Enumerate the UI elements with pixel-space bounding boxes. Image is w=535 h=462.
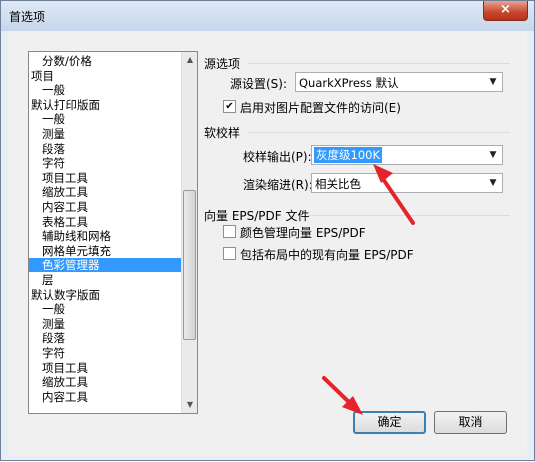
- list-item[interactable]: 缩放工具: [29, 185, 88, 199]
- source-options-divider: [248, 63, 510, 64]
- enable-profile-checkbox[interactable]: ✔: [223, 100, 236, 113]
- rendering-intent-value: 相关比色: [315, 177, 361, 191]
- proof-output-value: 灰度级100K: [314, 147, 382, 163]
- list-item[interactable]: 内容工具: [29, 390, 88, 404]
- close-button[interactable]: ×: [483, 1, 528, 21]
- soft-proof-heading: 软校样: [204, 126, 241, 140]
- ok-button[interactable]: 确定: [353, 411, 426, 434]
- dialog-title: 首选项: [9, 10, 46, 24]
- list-item[interactable]: 色彩管理器: [29, 258, 181, 273]
- category-list-items: 分数/价格 项目 一般 默认打印版面 一般 测量 段落 字符 项目工具 缩放工具 内容工具 表格工具辅…: [29, 52, 181, 413]
- proof-output-dropdown[interactable]: 灰度级100K ▼: [311, 145, 503, 165]
- list-item[interactable]: 字符: [29, 156, 65, 170]
- scroll-up-icon[interactable]: ▲: [182, 52, 197, 68]
- source-setting-label: 源设置(S):: [230, 77, 288, 91]
- source-setting-value: QuarkXPress 默认: [299, 76, 399, 90]
- cancel-button[interactable]: 取消: [434, 411, 507, 434]
- list-item[interactable]: 测量: [29, 317, 65, 331]
- list-item[interactable]: 层: [29, 273, 54, 287]
- list-item[interactable]: 辅助线和网格: [29, 229, 111, 243]
- list-item[interactable]: 字符: [29, 346, 65, 360]
- list-item[interactable]: 默认打印版面: [29, 98, 100, 112]
- soft-proof-divider: [248, 132, 510, 133]
- list-item[interactable]: 一般: [29, 112, 65, 126]
- dialog-body: 分数/价格 项目 一般 默认打印版面 一般 测量 段落 字符 项目工具 缩放工具 内容工具 表格工具辅…: [8, 31, 527, 455]
- list-item[interactable]: 项目工具: [29, 171, 88, 185]
- list-item[interactable]: 一般: [29, 302, 65, 316]
- enable-profile-label: 启用对图片配置文件的访问(E): [240, 101, 401, 115]
- chevron-down-icon: ▼: [489, 150, 497, 160]
- category-list-scrollbar[interactable]: ▲ ▼: [181, 52, 197, 413]
- vector-eps-heading: 向量 EPS/PDF 文件: [204, 209, 310, 223]
- category-list[interactable]: 分数/价格 项目 一般 默认打印版面 一般 测量 段落 字符 项目工具 缩放工具 内容工具 表格工具辅…: [28, 51, 198, 414]
- scroll-down-icon[interactable]: ▼: [182, 397, 197, 413]
- list-item[interactable]: 项目工具: [29, 361, 88, 375]
- scroll-thumb[interactable]: [183, 190, 196, 340]
- color-manage-eps-label: 颜色管理向量 EPS/PDF: [240, 226, 366, 240]
- proof-output-label: 校样输出(P):: [243, 150, 312, 164]
- list-item[interactable]: 一般: [29, 83, 65, 97]
- list-item[interactable]: 网格单元填充: [29, 244, 111, 258]
- preferences-dialog: 首选项 × 分数/价格 项目 一般 默认打印版面 一般 测量 段落 字符 项目工具 缩放工具 内容工…: [0, 0, 535, 461]
- list-item[interactable]: 段落: [29, 142, 65, 156]
- color-manage-eps-checkbox[interactable]: [223, 225, 236, 238]
- include-layout-eps-checkbox[interactable]: [223, 247, 236, 260]
- source-options-heading: 源选项: [204, 57, 241, 71]
- list-item[interactable]: 表格工具: [29, 215, 88, 229]
- rendering-intent-dropdown[interactable]: 相关比色 ▼: [311, 173, 503, 193]
- list-item[interactable]: 分数/价格: [29, 54, 92, 68]
- chevron-down-icon: ▼: [489, 77, 497, 87]
- source-setting-dropdown[interactable]: QuarkXPress 默认 ▼: [295, 72, 503, 92]
- rendering-intent-label: 渲染缩进(R):: [243, 178, 313, 192]
- list-item[interactable]: 项目: [29, 69, 54, 83]
- list-item[interactable]: 测量: [29, 127, 65, 141]
- list-item[interactable]: 段落: [29, 331, 65, 345]
- list-item[interactable]: 缩放工具: [29, 375, 88, 389]
- include-layout-eps-label: 包括布局中的现有向量 EPS/PDF: [240, 248, 414, 262]
- vector-eps-divider: [308, 215, 510, 216]
- list-item[interactable]: 内容工具: [29, 200, 88, 214]
- title-bar[interactable]: 首选项 ×: [1, 1, 534, 31]
- list-item[interactable]: 默认数字版面: [29, 288, 100, 302]
- chevron-down-icon: ▼: [489, 178, 497, 188]
